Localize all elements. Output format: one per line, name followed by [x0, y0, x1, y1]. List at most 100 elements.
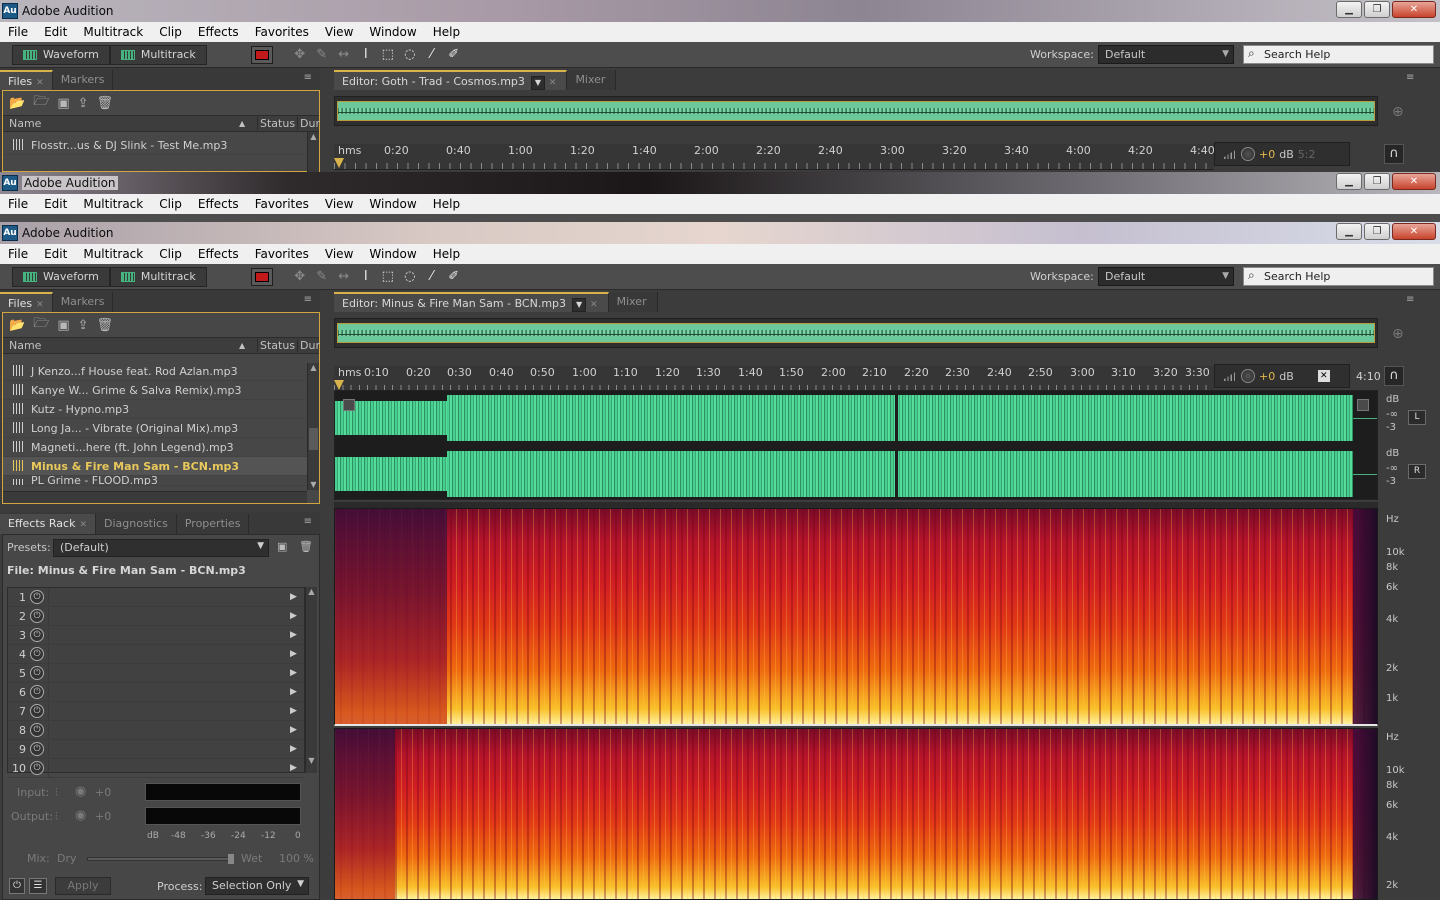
scroll-down-icon[interactable]: ▼: [306, 756, 317, 765]
power-icon[interactable]: ⏻: [30, 609, 44, 623]
column-name[interactable]: Name: [9, 117, 41, 130]
menu-help[interactable]: Help: [425, 25, 468, 39]
zoom-icon[interactable]: ⊕: [1392, 326, 1404, 342]
effect-slot[interactable]: 6 ⏻ ▶: [8, 683, 304, 702]
slot-field[interactable]: [48, 645, 290, 663]
waveform-overview[interactable]: [334, 96, 1378, 126]
file-item[interactable]: Flosstr...us & DJ Slink - Test Me.mp3: [3, 136, 319, 155]
close-icon[interactable]: ✕: [36, 300, 44, 310]
chevron-right-icon[interactable]: ▶: [290, 763, 304, 773]
list-icon[interactable]: ☰: [29, 878, 47, 894]
headphones-icon[interactable]: ∩: [1384, 144, 1404, 164]
process-dropdown[interactable]: Selection Only ▼: [205, 877, 309, 895]
spectral-display-left[interactable]: [334, 508, 1378, 726]
menu-favorites[interactable]: Favorites: [247, 197, 317, 211]
chevron-right-icon[interactable]: ▶: [290, 611, 304, 621]
menu-help[interactable]: Help: [425, 197, 468, 211]
input-value[interactable]: +0: [95, 786, 111, 799]
menu-file[interactable]: File: [0, 247, 36, 261]
maximize-button[interactable]: ❐: [1364, 223, 1390, 240]
menu-window[interactable]: Window: [361, 25, 424, 39]
menu-file[interactable]: File: [0, 25, 36, 39]
minimize-button[interactable]: ▁: [1336, 223, 1362, 240]
file-item[interactable]: Magneti...here (ft. John Legend).mp3: [3, 438, 319, 457]
effect-slot[interactable]: 5 ⏻ ▶: [8, 664, 304, 683]
volume-knob[interactable]: [1241, 147, 1255, 161]
slot-field[interactable]: [48, 721, 290, 739]
scroll-thumb[interactable]: [309, 428, 318, 450]
fade-in-handle[interactable]: [343, 399, 355, 411]
trash-icon[interactable]: 🗑: [299, 540, 313, 553]
slot-field[interactable]: [48, 702, 290, 720]
menu-view[interactable]: View: [317, 197, 361, 211]
close-button[interactable]: ✕: [1392, 1, 1436, 18]
razor-tool-icon[interactable]: ✎: [311, 267, 333, 287]
file-item[interactable]: PL Grime - FLOOD.mp3: [3, 476, 319, 486]
menu-file[interactable]: File: [0, 197, 36, 211]
search-help-input[interactable]: ⌕ Search Help: [1243, 267, 1434, 286]
chevron-down-icon[interactable]: ▼: [572, 298, 587, 312]
power-icon[interactable]: ⏻: [30, 742, 44, 756]
minimize-button[interactable]: ▁: [1336, 1, 1362, 18]
chevron-right-icon[interactable]: ▶: [290, 649, 304, 659]
horizontal-scrollbar[interactable]: [3, 491, 307, 503]
workspace-dropdown[interactable]: Default ▼: [1098, 45, 1234, 64]
scroll-up-icon[interactable]: ▲: [306, 587, 317, 596]
vertical-scrollbar[interactable]: ▲ ▼: [307, 363, 319, 490]
tab-effects-rack[interactable]: Effects Rack ✕: [0, 514, 96, 534]
mix-slider[interactable]: [87, 854, 234, 864]
headphones-icon[interactable]: ∩: [1384, 366, 1404, 386]
power-icon[interactable]: ⏻: [30, 647, 44, 661]
record-view-button[interactable]: [250, 267, 273, 286]
spectral-display-right[interactable]: [334, 728, 1378, 900]
panel-menu-icon[interactable]: ≡: [1406, 294, 1432, 305]
record-view-button[interactable]: [250, 45, 273, 64]
effect-slot[interactable]: 1 ⏻ ▶: [8, 588, 304, 607]
file-item[interactable]: Kanye W... Grime & Salva Remix).mp3: [3, 381, 319, 400]
chevron-right-icon[interactable]: ▶: [290, 592, 304, 602]
open-folder-icon[interactable]: 📂: [9, 318, 25, 333]
menu-multitrack[interactable]: Multitrack: [75, 197, 151, 211]
menu-favorites[interactable]: Favorites: [247, 247, 317, 261]
move-tool-icon[interactable]: ✥: [289, 45, 311, 65]
multitrack-mode-button[interactable]: Multitrack: [109, 266, 207, 287]
tab-editor[interactable]: Editor: Minus & Fire Man Sam - BCN.mp3 ▼ ✕: [334, 292, 609, 312]
output-knob[interactable]: ◉: [75, 808, 86, 823]
trash-icon[interactable]: 🗑: [97, 318, 114, 333]
trash-icon[interactable]: 🗑: [97, 96, 114, 111]
slot-field[interactable]: [48, 607, 290, 625]
time-selection-tool-icon[interactable]: I: [355, 267, 377, 287]
zoom-icon[interactable]: ⊕: [1392, 104, 1404, 120]
menu-multitrack[interactable]: Multitrack: [75, 247, 151, 261]
power-icon[interactable]: ⏻: [30, 666, 44, 680]
chevron-right-icon[interactable]: ▶: [290, 630, 304, 640]
close-icon[interactable]: ✕: [79, 520, 87, 530]
power-icon[interactable]: ⏻: [30, 685, 44, 699]
file-item[interactable]: Long Ja... - Vibrate (Original Mix).mp3: [3, 419, 319, 438]
insert-icon[interactable]: ⇪: [78, 318, 89, 333]
maximize-button[interactable]: ❐: [1364, 173, 1390, 190]
menu-clip[interactable]: Clip: [151, 197, 190, 211]
tab-files[interactable]: Files ✕: [0, 292, 53, 312]
effect-slot[interactable]: 9 ⏻ ▶: [8, 740, 304, 759]
input-knob[interactable]: ◉: [75, 784, 86, 799]
import-icon[interactable]: 🗁: [33, 92, 49, 114]
column-duration[interactable]: Dur: [297, 339, 320, 352]
effect-slot[interactable]: 8 ⏻ ▶: [8, 721, 304, 740]
title-bar[interactable]: Au Adobe Audition ▁ ❐ ✕: [0, 0, 1440, 22]
brush-tool-icon[interactable]: ⁄: [421, 45, 443, 65]
power-icon[interactable]: ⏻: [30, 723, 44, 737]
menu-edit[interactable]: Edit: [36, 247, 75, 261]
menu-edit[interactable]: Edit: [36, 197, 75, 211]
apply-button[interactable]: Apply: [55, 877, 111, 895]
scroll-down-icon[interactable]: ▼: [308, 480, 319, 489]
open-folder-icon[interactable]: 📂: [9, 96, 25, 111]
vertical-scrollbar[interactable]: ▲: [307, 132, 319, 172]
close-icon[interactable]: ✕: [36, 78, 44, 88]
razor-tool-icon[interactable]: ✎: [311, 45, 333, 65]
new-file-icon[interactable]: ▣: [57, 318, 69, 333]
menu-view[interactable]: View: [317, 25, 361, 39]
effect-slot[interactable]: 7 ⏻ ▶: [8, 702, 304, 721]
panel-menu-icon[interactable]: ≡: [304, 72, 312, 83]
effect-slot[interactable]: 3 ⏻ ▶: [8, 626, 304, 645]
